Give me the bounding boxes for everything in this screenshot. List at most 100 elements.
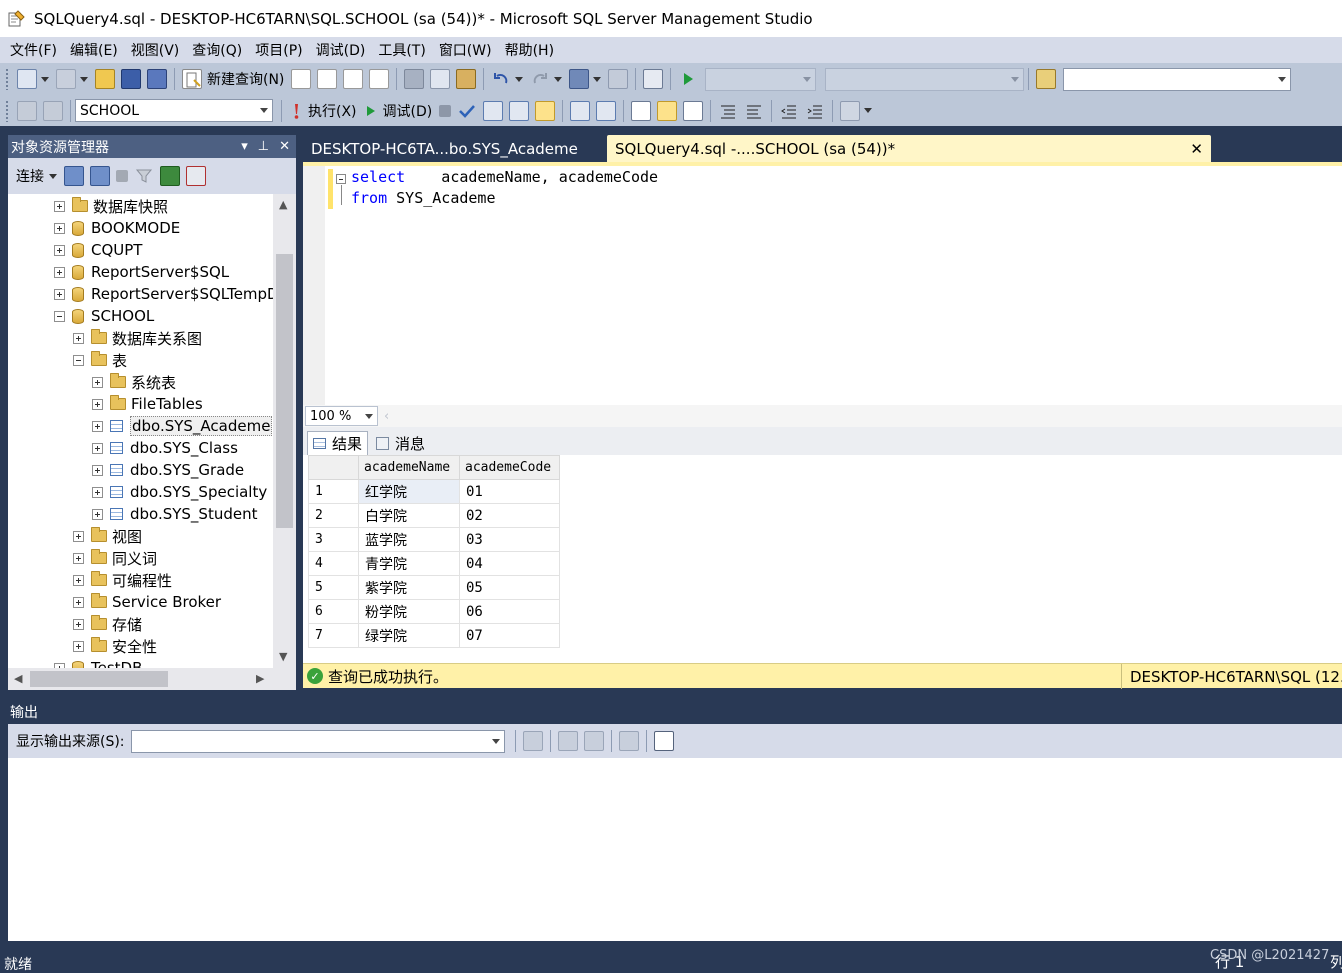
cell-academecode[interactable]: 07 — [459, 623, 560, 648]
tree-item-storage[interactable]: 存储 — [73, 613, 142, 635]
navigate-backward-icon[interactable] — [569, 69, 590, 89]
object-explorer-horizontal-scrollbar[interactable]: ◀ ▶ — [8, 668, 296, 690]
decrease-indent-icon[interactable] — [779, 101, 799, 121]
execute-button[interactable]: 执行(X) — [308, 101, 357, 121]
collapse-icon[interactable] — [73, 354, 84, 366]
chevron-down-icon[interactable] — [864, 108, 873, 113]
scroll-right-icon[interactable]: ▶ — [256, 672, 264, 685]
query-options-icon[interactable] — [509, 100, 530, 121]
available-databases-combo[interactable]: SCHOOL — [75, 99, 273, 122]
navigate-forward-icon[interactable] — [608, 69, 629, 89]
cell-academename[interactable]: 粉学院 — [358, 599, 460, 624]
save-all-icon[interactable] — [147, 69, 167, 89]
results-to-grid-icon[interactable] — [657, 100, 678, 121]
connect-object-explorer-icon[interactable] — [64, 166, 84, 186]
add-item-icon[interactable] — [56, 69, 76, 89]
scrollbar-thumb[interactable] — [276, 254, 293, 528]
row-number[interactable]: 7 — [308, 623, 359, 648]
cell-academecode[interactable]: 01 — [459, 479, 560, 504]
clear-all-icon[interactable] — [618, 731, 639, 751]
collapse-icon[interactable] — [54, 310, 65, 322]
table-row[interactable]: 6 粉学院 06 — [308, 599, 560, 624]
solution-configurations-combo[interactable] — [705, 67, 817, 91]
expand-icon[interactable] — [54, 222, 65, 234]
cell-academecode[interactable]: 05 — [459, 575, 560, 600]
client-statistics-icon[interactable] — [596, 100, 617, 121]
paste-icon[interactable] — [456, 69, 477, 89]
zoom-combo[interactable]: 100 % — [305, 406, 378, 426]
row-number[interactable]: 5 — [308, 575, 359, 600]
connect-icon[interactable] — [17, 100, 37, 121]
new-query-button[interactable]: 新建查询(N) — [207, 69, 284, 89]
tab-messages[interactable]: 消息 — [371, 431, 430, 455]
menu-window[interactable]: 窗口(W) — [435, 40, 501, 60]
expand-icon[interactable] — [73, 332, 84, 344]
tree-item-database-testdb[interactable]: TestDB — [54, 657, 142, 668]
intellisense-enabled-icon[interactable] — [535, 100, 556, 121]
column-header-academename[interactable]: academeName — [358, 455, 460, 480]
cell-academename[interactable]: 绿学院 — [358, 623, 460, 648]
open-folder-icon[interactable] — [95, 69, 115, 89]
xmla-query-icon[interactable] — [369, 69, 390, 89]
menu-project[interactable]: 项目(P) — [251, 40, 311, 60]
expand-icon[interactable] — [73, 530, 84, 542]
tree-item-database-diagrams[interactable]: 数据库关系图 — [73, 327, 202, 349]
cell-academecode[interactable]: 04 — [459, 551, 560, 576]
chevron-down-icon[interactable] — [554, 76, 563, 82]
debug-icon[interactable] — [364, 101, 378, 121]
toolbar-grip[interactable] — [5, 99, 9, 122]
tree-item-security[interactable]: 安全性 — [73, 635, 157, 657]
previous-message-icon[interactable] — [557, 731, 578, 751]
toolbar-grip[interactable] — [5, 68, 9, 90]
menu-edit[interactable]: 编辑(E) — [66, 40, 127, 60]
expand-icon[interactable] — [92, 398, 103, 410]
word-wrap-icon[interactable] — [653, 731, 674, 751]
cell-academename[interactable]: 青学院 — [358, 551, 460, 576]
expand-icon[interactable] — [73, 618, 84, 630]
chevron-down-icon[interactable] — [593, 76, 602, 82]
tree-item-database-bookmode[interactable]: BOOKMODE — [54, 217, 180, 239]
tree-item-table-sys-class[interactable]: dbo.SYS_Class — [92, 437, 238, 459]
stop-icon[interactable] — [116, 170, 128, 182]
cell-academecode[interactable]: 03 — [459, 527, 560, 552]
menu-help[interactable]: 帮助(H) — [501, 40, 563, 60]
tree-item-service-broker[interactable]: Service Broker — [73, 591, 221, 613]
increase-indent-icon[interactable] — [805, 101, 825, 121]
expand-icon[interactable] — [54, 200, 65, 212]
cut-icon[interactable] — [404, 69, 425, 89]
tree-item-database-school[interactable]: SCHOOL — [54, 305, 154, 327]
menu-debug[interactable]: 调试(D) — [312, 40, 375, 60]
results-grid[interactable]: academeName academeCode 1 红学院 01 2 白学院 02 3 蓝学院… — [308, 455, 560, 648]
table-row[interactable]: 4 青学院 04 — [308, 551, 560, 576]
chevron-down-icon[interactable] — [49, 173, 57, 179]
grid-corner[interactable] — [308, 455, 359, 480]
expand-icon[interactable] — [92, 508, 103, 520]
results-to-text-icon[interactable] — [631, 100, 652, 121]
expand-icon[interactable] — [73, 574, 84, 586]
table-row[interactable]: 1 红学院 01 — [308, 479, 560, 504]
specify-template-values-icon[interactable] — [840, 100, 861, 121]
expand-icon[interactable] — [92, 376, 103, 388]
row-number[interactable]: 2 — [308, 503, 359, 528]
row-number[interactable]: 4 — [308, 551, 359, 576]
scroll-left-icon[interactable]: ‹ — [384, 409, 389, 424]
tree-item-table-sys-grade[interactable]: dbo.SYS_Grade — [92, 459, 244, 481]
undo-icon[interactable] — [491, 69, 511, 89]
chevron-down-icon[interactable] — [41, 76, 49, 82]
table-row[interactable]: 2 白学院 02 — [308, 503, 560, 528]
filter-icon[interactable] — [134, 166, 154, 186]
table-row[interactable]: 3 蓝学院 03 — [308, 527, 560, 552]
expand-icon[interactable] — [92, 486, 103, 498]
solution-platforms-combo[interactable] — [825, 67, 1025, 91]
menu-tools[interactable]: 工具(T) — [374, 40, 434, 60]
table-row[interactable]: 7 绿学院 07 — [308, 623, 560, 648]
go-to-location-icon[interactable] — [522, 731, 543, 751]
sql-editor[interactable]: select academeName, academeCode from SYS… — [303, 162, 1342, 405]
parse-checkmark-icon[interactable] — [457, 101, 477, 121]
find-in-files-icon[interactable] — [1036, 69, 1057, 89]
find-combo[interactable] — [1063, 67, 1292, 91]
save-icon[interactable] — [121, 69, 141, 89]
new-project-icon[interactable] — [17, 69, 37, 89]
menu-file[interactable]: 文件(F) — [6, 40, 66, 60]
cancel-query-icon[interactable] — [439, 104, 452, 117]
